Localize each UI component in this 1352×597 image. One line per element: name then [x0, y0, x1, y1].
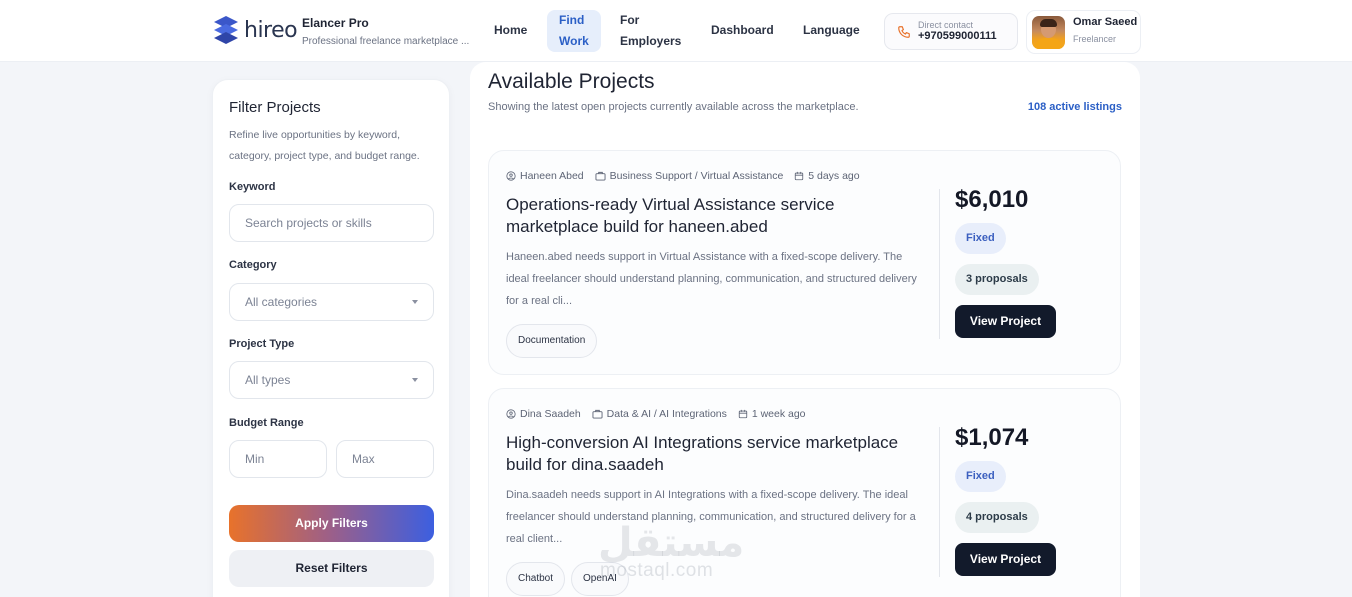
nav-find-work[interactable]: Find Work [547, 10, 601, 52]
contact-phone: +970599000111 [918, 30, 997, 42]
hireo-logo[interactable]: hireo [210, 14, 298, 48]
project-tags: Documentation [506, 324, 603, 358]
keyword-input[interactable] [229, 204, 434, 242]
proposals-badge: 4 proposals [955, 502, 1039, 533]
category-label: Category [229, 259, 277, 271]
project-card[interactable]: Dina Saadeh Data & AI / AI Integrations … [488, 388, 1121, 597]
brand-block: Elancer Pro Professional freelance marke… [302, 16, 469, 47]
project-category: Business Support / Virtual Assistance [595, 170, 783, 182]
direct-contact[interactable]: Direct contact +970599000111 [884, 13, 1018, 50]
briefcase-icon [595, 172, 606, 181]
skill-tag[interactable]: OpenAI [571, 562, 629, 596]
filter-title: Filter Projects [229, 99, 321, 116]
active-listings-count: 108 active listings [1027, 101, 1122, 113]
nav-language[interactable]: Language [803, 20, 860, 41]
project-type-badge: Fixed [955, 461, 1006, 492]
avatar [1032, 16, 1065, 49]
project-type-label: Project Type [229, 338, 295, 350]
project-description: Haneen.abed needs support in Virtual Ass… [506, 251, 917, 307]
nav-find-work-line2: Work [559, 34, 589, 48]
logo-mark-icon [214, 16, 238, 44]
view-project-button[interactable]: View Project [955, 543, 1056, 576]
calendar-icon [795, 172, 804, 181]
nav-for-employers-line2: Employers [620, 34, 682, 48]
nav-for-employers-line1: For [620, 13, 640, 27]
category-select[interactable]: All categories [229, 283, 434, 321]
project-tags: Chatbot OpenAI [506, 562, 635, 596]
page-title: Available Projects [488, 70, 655, 93]
project-title[interactable]: Operations-ready Virtual Assistance serv… [506, 194, 916, 238]
brand-name: Elancer Pro [302, 16, 369, 30]
project-posted: 5 days ago [794, 170, 860, 182]
project-type-badge: Fixed [955, 223, 1006, 254]
budget-max-input[interactable] [336, 440, 434, 478]
apply-filters-button[interactable]: Apply Filters [229, 505, 434, 542]
phone-icon [898, 26, 910, 38]
chevron-down-icon [412, 300, 418, 304]
proposals-badge: 3 proposals [955, 264, 1039, 295]
nav-home[interactable]: Home [494, 20, 527, 41]
nav-for-employers[interactable]: For Employers [620, 10, 681, 52]
user-role: Freelancer [1073, 34, 1117, 44]
project-price: $1,074 [955, 424, 1029, 451]
top-header: hireo Elancer Pro Professional freelance… [0, 0, 1352, 62]
project-description: Dina.saadeh needs support in AI Integrat… [506, 489, 916, 545]
calendar-icon [738, 410, 747, 419]
nav-find-work-line1: Find [559, 13, 585, 27]
view-project-button[interactable]: View Project [955, 305, 1056, 338]
page-subtitle: Showing the latest open projects current… [488, 101, 859, 113]
user-menu[interactable]: Omar Saeed Freelancer [1026, 10, 1141, 54]
keyword-label: Keyword [229, 181, 276, 193]
card-divider [939, 427, 940, 577]
project-posted: 1 week ago [738, 408, 806, 420]
logo-text: hireo [244, 18, 298, 43]
card-divider [939, 189, 940, 339]
project-meta: Haneen Abed Business Support / Virtual A… [506, 170, 868, 182]
project-author: Haneen Abed [506, 170, 584, 182]
project-price: $6,010 [955, 186, 1029, 213]
user-icon [506, 409, 516, 420]
category-value: All categories [245, 295, 318, 309]
skill-tag[interactable]: Documentation [506, 324, 598, 358]
projects-panel: Available Projects Showing the latest op… [470, 62, 1140, 597]
project-type-select[interactable]: All types [229, 361, 434, 399]
project-card[interactable]: Haneen Abed Business Support / Virtual A… [488, 150, 1121, 375]
project-meta: Dina Saadeh Data & AI / AI Integrations … [506, 408, 814, 420]
filter-description: Refine live opportunities by keyword, ca… [229, 129, 420, 162]
project-author: Dina Saadeh [506, 408, 581, 420]
project-title[interactable]: High-conversion AI Integrations service … [506, 432, 916, 476]
skill-tag[interactable]: Chatbot [506, 562, 566, 596]
project-type-value: All types [245, 373, 291, 387]
project-category: Data & AI / AI Integrations [592, 408, 727, 420]
chevron-down-icon [412, 378, 418, 382]
contact-label: Direct contact [918, 20, 974, 30]
brand-subtitle: Professional freelance marketplace ... [302, 36, 470, 47]
budget-range-label: Budget Range [229, 417, 304, 429]
filter-sidebar: Filter Projects Refine live opportunitie… [212, 79, 450, 597]
budget-min-input[interactable] [229, 440, 327, 478]
user-name: Omar Saeed [1073, 16, 1138, 28]
briefcase-icon [592, 410, 603, 419]
reset-filters-button[interactable]: Reset Filters [229, 550, 434, 587]
user-icon [506, 171, 516, 182]
nav-dashboard[interactable]: Dashboard [711, 20, 774, 41]
